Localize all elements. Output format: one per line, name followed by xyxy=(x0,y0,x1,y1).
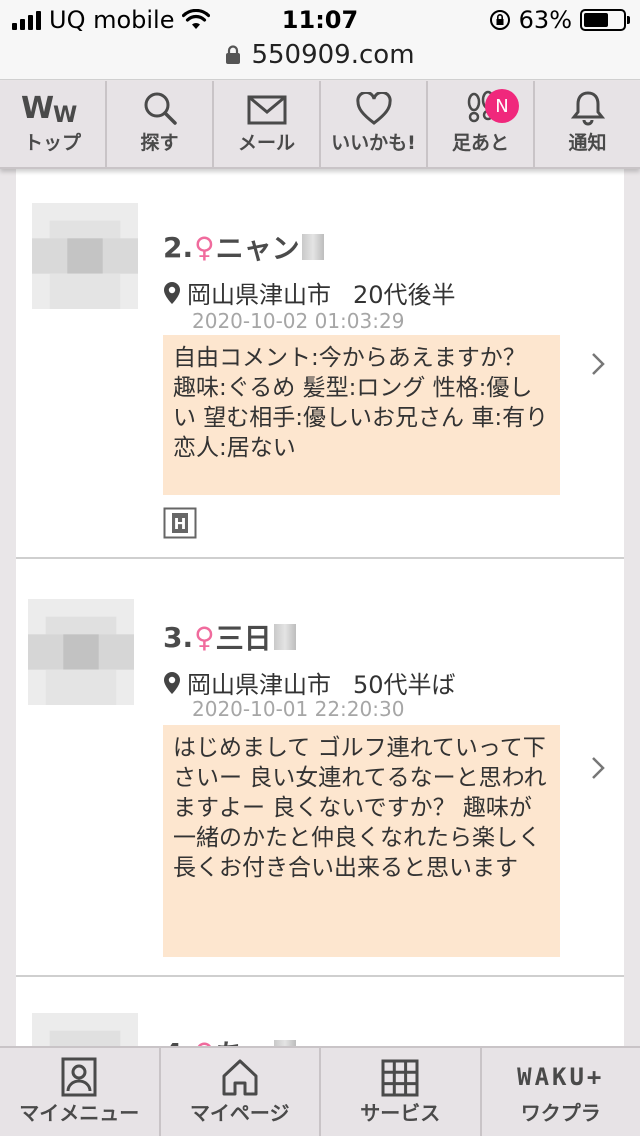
age-text: 20代後半 xyxy=(353,281,456,309)
nav-footprint-label: 足あと xyxy=(451,132,509,154)
bnav-service-label: サービス xyxy=(360,1101,441,1125)
top-nav: W W トップ 探す メール いいかも! 足あと N 通知 xyxy=(0,81,640,169)
post-location: 岡山県津山市 20代後半 xyxy=(163,275,456,310)
blurred-name xyxy=(273,624,296,650)
location-pin-icon xyxy=(164,281,180,304)
heart-icon xyxy=(355,92,392,125)
bnav-mymenu-label: マイメニュー xyxy=(19,1101,140,1125)
grid-icon xyxy=(381,1059,419,1097)
location-pin-icon xyxy=(164,671,180,694)
nav-mail[interactable]: メール xyxy=(214,81,321,167)
nav-notice-label: 通知 xyxy=(568,132,607,154)
nav-top[interactable]: W W トップ xyxy=(0,81,107,167)
status-bar: UQ mobile 11:07 63% xyxy=(0,0,640,40)
svg-text:W: W xyxy=(53,103,77,126)
female-icon: ♀ xyxy=(194,230,215,264)
poster-name: 三日 xyxy=(215,622,272,655)
bell-icon xyxy=(570,91,605,126)
post-card[interactable]: 3. ♀ 三日 岡山県津山市 50代半ば 2020-10-01 22:20:30… xyxy=(16,559,624,977)
waku-logo: WAKU+ xyxy=(517,1063,605,1091)
post-list: 2. ♀ ニャン 岡山県津山市 20代後半 2020-10-02 01:03:2… xyxy=(16,169,624,1049)
nav-like[interactable]: いいかも! xyxy=(321,81,428,167)
url-bar[interactable]: 550909.com xyxy=(0,40,640,80)
age-text: 50代半ば xyxy=(353,671,456,699)
avatar xyxy=(32,203,138,309)
lock-icon xyxy=(226,45,241,64)
nav-top-label: トップ xyxy=(23,132,81,154)
blurred-name xyxy=(301,234,324,260)
post-name: 3. ♀ 三日 xyxy=(163,617,296,657)
nav-notice[interactable]: 通知 xyxy=(535,81,640,167)
post-timestamp: 2020-10-01 22:20:30 xyxy=(192,697,405,721)
chevron-right-icon[interactable] xyxy=(590,755,606,781)
bnav-wakupla[interactable]: WAKU+ ワクプラ xyxy=(482,1048,640,1136)
nav-mail-label: メール xyxy=(237,132,295,154)
status-right: 63% xyxy=(489,6,630,34)
female-icon: ♀ xyxy=(194,620,215,654)
nav-like-label: いいかも! xyxy=(331,132,416,154)
orientation-lock-icon xyxy=(489,10,510,30)
chevron-right-icon[interactable] xyxy=(590,351,606,377)
nav-search[interactable]: 探す xyxy=(107,81,214,167)
nav-search-label: 探す xyxy=(140,132,179,154)
avatar xyxy=(32,1013,138,1049)
location-text: 岡山県津山市 xyxy=(187,281,331,309)
nav-footprint[interactable]: 足あと N xyxy=(428,81,535,167)
mail-icon xyxy=(247,95,286,125)
bnav-wakupla-label: ワクプラ xyxy=(520,1101,601,1125)
new-badge: N xyxy=(485,89,519,123)
location-text: 岡山県津山市 xyxy=(187,671,331,699)
hotel-badge-icon: H xyxy=(163,507,197,539)
battery-icon xyxy=(580,9,630,31)
url-text: 550909.com xyxy=(251,40,415,70)
post-rank: 2. xyxy=(163,230,194,264)
svg-text:W: W xyxy=(21,92,54,126)
ww-logo-icon: W W xyxy=(21,92,77,126)
bnav-mypage-label: マイページ xyxy=(189,1101,290,1125)
bottom-nav: マイメニュー マイページ サービス WAKU+ ワクプラ xyxy=(0,1046,640,1136)
post-name: 2. ♀ ニャン xyxy=(163,227,324,267)
post-comment: 自由コメント:今からあえますか？ 趣味:ぐるめ 髪型:ロング 性格:優しい 望む… xyxy=(163,335,560,495)
search-icon xyxy=(144,92,177,125)
bnav-mymenu[interactable]: マイメニュー xyxy=(0,1048,161,1136)
post-card[interactable]: 2. ♀ ニャン 岡山県津山市 20代後半 2020-10-02 01:03:2… xyxy=(16,169,624,559)
bnav-mypage[interactable]: マイページ xyxy=(161,1048,321,1136)
svg-text:H: H xyxy=(174,515,187,533)
post-rank: 3. xyxy=(163,620,194,654)
poster-name: ニャン xyxy=(215,232,300,265)
battery-percent: 63% xyxy=(518,6,572,34)
bnav-service[interactable]: サービス xyxy=(321,1048,482,1136)
home-icon xyxy=(222,1059,258,1096)
post-timestamp: 2020-10-02 01:03:29 xyxy=(192,309,405,333)
avatar xyxy=(28,599,134,705)
post-card[interactable]: 4. ♀ ちょ xyxy=(16,977,624,1049)
post-location: 岡山県津山市 50代半ば xyxy=(163,665,456,700)
post-comment: はじめまして ゴルフ連れていって下さいー 良い女連れてるなーと思われますよー 良… xyxy=(163,725,560,957)
user-card-icon xyxy=(61,1057,97,1097)
